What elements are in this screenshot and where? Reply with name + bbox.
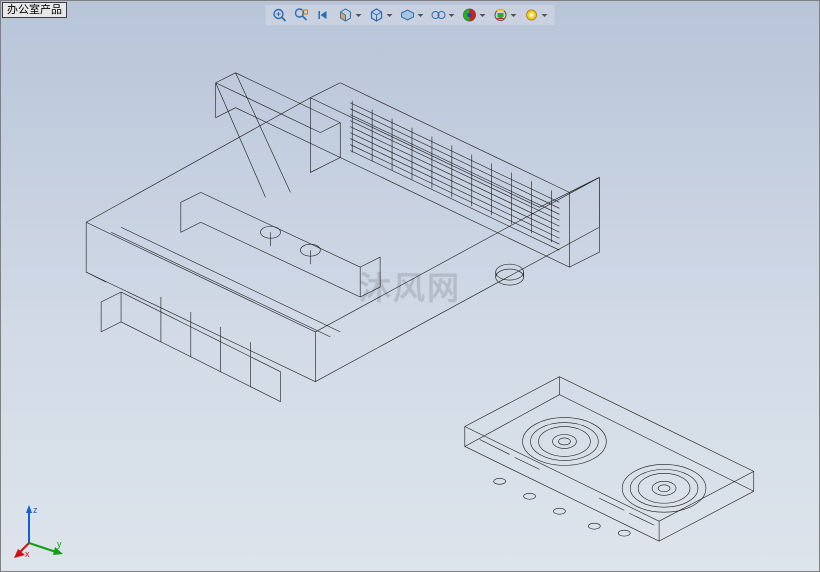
- display-style-icon: [400, 7, 416, 23]
- previous-view-button[interactable]: [316, 7, 332, 23]
- wireframe-model: [1, 23, 819, 571]
- zoom-area-button[interactable]: [294, 7, 310, 23]
- recorder-body-wireframe: [86, 73, 599, 402]
- y-axis-label: y: [57, 539, 62, 549]
- section-view-button[interactable]: [338, 7, 363, 23]
- view-toolbar: [266, 5, 555, 25]
- chevron-down-icon[interactable]: [541, 11, 549, 19]
- model-tag-label: 办公室产品: [2, 2, 67, 18]
- zoom-to-fit-icon: [272, 7, 288, 23]
- chevron-down-icon[interactable]: [386, 11, 394, 19]
- axis-triad[interactable]: z y x: [13, 503, 69, 559]
- chevron-down-icon[interactable]: [479, 11, 487, 19]
- scene-button[interactable]: [493, 7, 518, 23]
- scene-icon: [493, 7, 509, 23]
- hide-show-button[interactable]: [431, 7, 456, 23]
- view-orientation-button[interactable]: [369, 7, 394, 23]
- x-axis-label: x: [25, 549, 30, 559]
- chevron-down-icon[interactable]: [510, 11, 518, 19]
- view-settings-icon: [524, 7, 540, 23]
- hide-show-icon: [431, 7, 447, 23]
- chevron-down-icon[interactable]: [417, 11, 425, 19]
- view-orientation-icon: [369, 7, 385, 23]
- zoom-area-icon: [294, 7, 310, 23]
- zoom-to-fit-button[interactable]: [272, 7, 288, 23]
- chevron-down-icon[interactable]: [355, 11, 363, 19]
- chevron-down-icon[interactable]: [448, 11, 456, 19]
- z-axis-label: z: [33, 505, 38, 515]
- appearance-button[interactable]: [462, 7, 487, 23]
- section-view-icon: [338, 7, 354, 23]
- cassette-tape-wireframe: [465, 377, 754, 541]
- appearance-icon: [462, 7, 478, 23]
- graphics-viewport[interactable]: 沐风网 z y x: [1, 23, 819, 571]
- view-settings-button[interactable]: [524, 7, 549, 23]
- previous-view-icon: [316, 7, 332, 23]
- display-style-button[interactable]: [400, 7, 425, 23]
